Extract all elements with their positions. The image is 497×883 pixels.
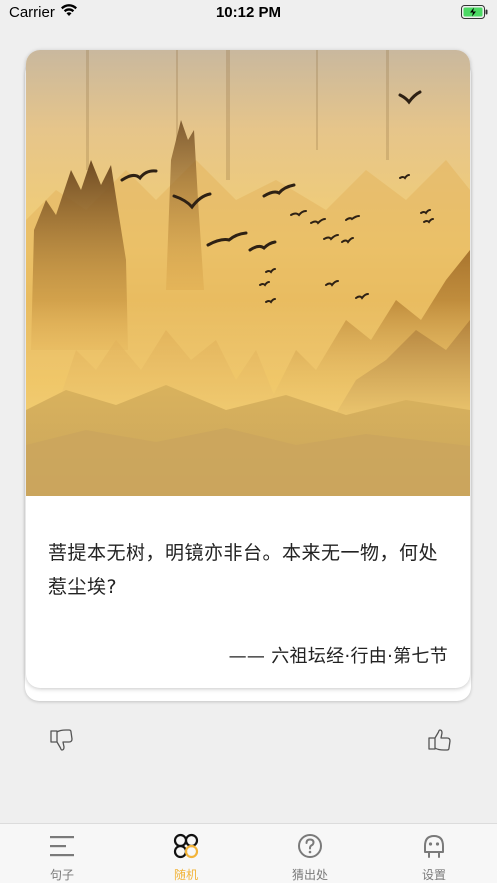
list-icon: [50, 836, 74, 857]
clock: 10:12 PM: [215, 4, 282, 21]
question-icon: [298, 834, 322, 858]
tab-label: 随机: [173, 868, 198, 882]
tab-sentences[interactable]: 句子: [0, 824, 124, 883]
tab-label: 猜出处: [291, 868, 328, 882]
misty-mountains-birds-painting: [26, 50, 470, 496]
app-screen: Carrier 10:12 PM 菩提本无树，明镜亦非台。本来无一物，何处惹尘埃…: [0, 0, 497, 883]
tab-settings[interactable]: 设置: [372, 824, 496, 883]
thumb-up-icon[interactable]: [426, 727, 452, 753]
tab-bar: 句子 随机 猜出处 设置: [0, 823, 497, 883]
quote-text: 菩提本无树，明镜亦非台。本来无一物，何处惹尘埃?: [48, 542, 439, 598]
tab-random[interactable]: 随机: [124, 824, 248, 883]
tab-guess-source[interactable]: 猜出处: [248, 824, 372, 883]
robot-face-icon: [424, 835, 444, 858]
quote-card[interactable]: 菩提本无树，明镜亦非台。本来无一物，何处惹尘埃? —— 六祖坛经·行由·第七节: [26, 50, 470, 688]
thumb-down-icon[interactable]: [48, 727, 74, 753]
shuffle-clover-icon: [173, 833, 199, 859]
battery-charging-icon: [461, 5, 488, 19]
tab-label: 句子: [49, 868, 74, 882]
tab-label: 设置: [421, 868, 446, 882]
quote-source: —— 六祖坛经·行由·第七节: [228, 646, 448, 667]
status-bar: Carrier 10:12 PM: [0, 0, 497, 26]
